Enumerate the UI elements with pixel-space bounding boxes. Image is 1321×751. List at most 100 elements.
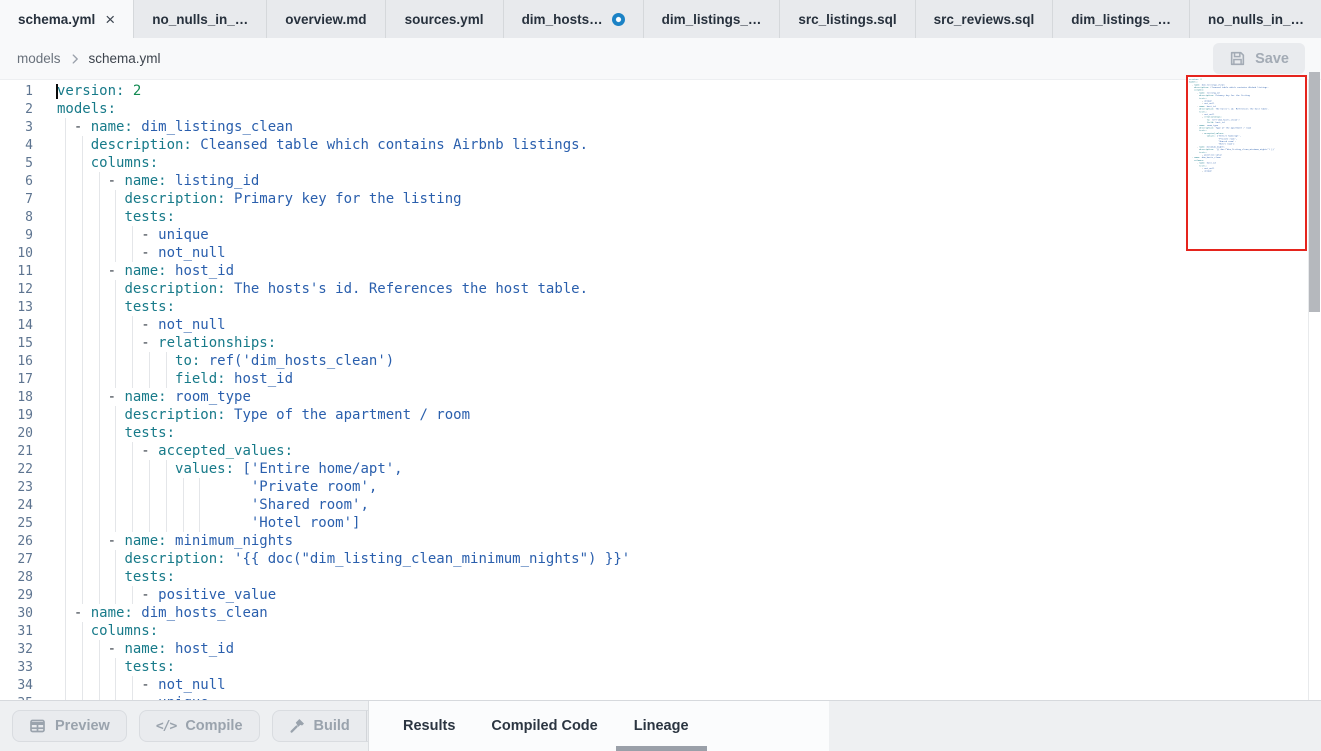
code-line[interactable]: 21 - accepted_values: <box>0 442 1321 460</box>
code-line[interactable]: 4 description: Cleansed table which cont… <box>0 136 1321 154</box>
code-line[interactable]: 31 columns: <box>0 622 1321 640</box>
code-line[interactable]: 26 - name: minimum_nights <box>0 532 1321 550</box>
minimap[interactable]: 1version: 22models:3 - name: dim_listing… <box>1186 75 1307 251</box>
line-number: 12 <box>0 281 33 299</box>
line-number: 29 <box>0 587 33 605</box>
line-number: 6 <box>0 173 33 191</box>
line-number: 25 <box>0 515 33 533</box>
bottom-bar-filler <box>829 701 1321 751</box>
code-line[interactable]: 8 tests: <box>0 208 1321 226</box>
line-number: 26 <box>0 533 33 551</box>
code-line[interactable]: 3 - name: dim_listings_clean <box>0 118 1321 136</box>
line-number: 11 <box>0 263 33 281</box>
result-panel-tabs: Results Compiled Code Lineage <box>369 701 829 751</box>
code-line[interactable]: 16 to: ref('dim_hosts_clean') <box>0 352 1321 370</box>
code-line[interactable]: 29 - positive_value <box>0 586 1321 604</box>
tab-sources-yml[interactable]: sources.yml <box>386 0 504 38</box>
line-number: 28 <box>0 569 33 587</box>
line-number: 10 <box>0 245 33 263</box>
table-icon <box>29 718 46 734</box>
tab-label: overview.md <box>285 12 366 27</box>
tab-overview-md[interactable]: overview.md <box>267 0 385 38</box>
panel-tab-lineage[interactable]: Lineage <box>616 701 707 751</box>
breadcrumb-item-file[interactable]: schema.yml <box>89 51 161 66</box>
line-number: 19 <box>0 407 33 425</box>
code-line[interactable]: 1version: 2 <box>0 82 1321 100</box>
code-line[interactable]: 22 values: ['Entire home/apt', <box>0 460 1321 478</box>
tab-dim-hosts[interactable]: dim_hosts… <box>504 0 644 38</box>
code-line[interactable]: 34 - not_null <box>0 676 1321 694</box>
code-line[interactable]: 30 - name: dim_hosts_clean <box>0 604 1321 622</box>
code-line[interactable]: 18 - name: room_type <box>0 388 1321 406</box>
code-editor[interactable]: 1version: 22models:3 - name: dim_listing… <box>0 80 1321 700</box>
line-number: 27 <box>0 551 33 569</box>
code-line[interactable]: 11 - name: host_id <box>0 262 1321 280</box>
chevron-right-icon <box>68 52 82 66</box>
tab-no-nulls-in[interactable]: no_nulls_in_… <box>134 0 267 38</box>
panel-tab-label: Results <box>403 718 455 734</box>
code-scroll-area[interactable]: 1version: 22models:3 - name: dim_listing… <box>0 80 1321 700</box>
close-tab-icon[interactable]: × <box>105 11 115 28</box>
preview-button[interactable]: Preview <box>12 710 127 742</box>
code-line[interactable]: 20 tests: <box>0 424 1321 442</box>
code-line[interactable]: 24 'Shared room', <box>0 496 1321 514</box>
panel-tab-results[interactable]: Results <box>385 701 473 751</box>
editor-scrollbar[interactable] <box>1308 80 1321 700</box>
code-line[interactable]: 13 tests: <box>0 298 1321 316</box>
code-line[interactable]: 27 description: '{{ doc("dim_listing_cle… <box>0 550 1321 568</box>
line-number: 33 <box>0 659 33 677</box>
tab-schema-yml[interactable]: schema.yml× <box>0 0 134 38</box>
build-button[interactable]: Build <box>272 710 366 742</box>
line-number: 3 <box>0 119 33 137</box>
open-file-tabs: schema.yml× no_nulls_in_… overview.md sourc… <box>0 0 1321 38</box>
panel-tab-label: Compiled Code <box>491 718 597 734</box>
text-cursor <box>56 84 58 99</box>
line-number: 34 <box>0 677 33 695</box>
code-line[interactable]: 2models: <box>0 100 1321 118</box>
breadcrumb-item-models[interactable]: models <box>17 51 61 66</box>
line-number: 5 <box>0 155 33 173</box>
panel-tab-compiled-code[interactable]: Compiled Code <box>473 701 615 751</box>
tab-label: dim_hosts… <box>522 12 603 27</box>
scrollbar-thumb[interactable] <box>1309 72 1320 312</box>
code-line[interactable]: 10 - not_null <box>0 244 1321 262</box>
tab-label: src_reviews.sql <box>934 12 1035 27</box>
save-button[interactable]: Save <box>1213 43 1305 74</box>
tab-bar: schema.yml× no_nulls_in_… overview.md sourc… <box>0 0 1321 38</box>
code-line[interactable]: 12 description: The hosts's id. Referenc… <box>0 280 1321 298</box>
line-number: 16 <box>0 353 33 371</box>
code-line[interactable]: 14 - not_null <box>0 316 1321 334</box>
code-line[interactable]: 32 - name: host_id <box>0 640 1321 658</box>
code-line[interactable]: 33 tests: <box>0 658 1321 676</box>
button-label: Build <box>314 718 350 734</box>
tab-label: src_listings.sql <box>798 12 896 27</box>
code-line[interactable]: 6 - name: listing_id <box>0 172 1321 190</box>
tab-src-listings-sql[interactable]: src_listings.sql <box>780 0 915 38</box>
tab-no-nulls-in[interactable]: no_nulls_in_… <box>1190 0 1321 38</box>
compile-button[interactable]: </>Compile <box>139 710 260 742</box>
tab-src-reviews-sql[interactable]: src_reviews.sql <box>916 0 1054 38</box>
tab-label: no_nulls_in_… <box>152 12 248 27</box>
code-line[interactable]: 15 - relationships: <box>0 334 1321 352</box>
ide-window: schema.yml×no_nulls_in_…overview.mdsourc… <box>0 0 1321 751</box>
code-line[interactable]: 23 'Private room', <box>0 478 1321 496</box>
code-line[interactable]: 5 columns: <box>0 154 1321 172</box>
tab-dim-listings[interactable]: dim_listings_… <box>644 0 781 38</box>
code-line[interactable]: 28 tests: <box>0 568 1321 586</box>
code-line[interactable]: 9 - unique <box>0 226 1321 244</box>
code-line[interactable]: 17 field: host_id <box>0 370 1321 388</box>
line-number: 1 <box>0 83 33 101</box>
tab-label: no_nulls_in_… <box>1208 12 1304 27</box>
code-line[interactable]: 19 description: Type of the apartment / … <box>0 406 1321 424</box>
code-line[interactable]: 25 'Hotel room'] <box>0 514 1321 532</box>
code-line[interactable]: 35 - unique <box>0 694 1321 700</box>
save-button-label: Save <box>1255 51 1289 67</box>
tab-dim-listings[interactable]: dim_listings_… <box>1053 0 1190 38</box>
line-number: 7 <box>0 191 33 209</box>
line-number: 22 <box>0 461 33 479</box>
minimap-content: 1version: 22models:3 - name: dim_listing… <box>1188 77 1307 172</box>
code-line[interactable]: 35 - unique <box>1189 170 1307 173</box>
line-number: 20 <box>0 425 33 443</box>
code-line[interactable]: 7 description: Primary key for the listi… <box>0 190 1321 208</box>
line-number: 32 <box>0 641 33 659</box>
